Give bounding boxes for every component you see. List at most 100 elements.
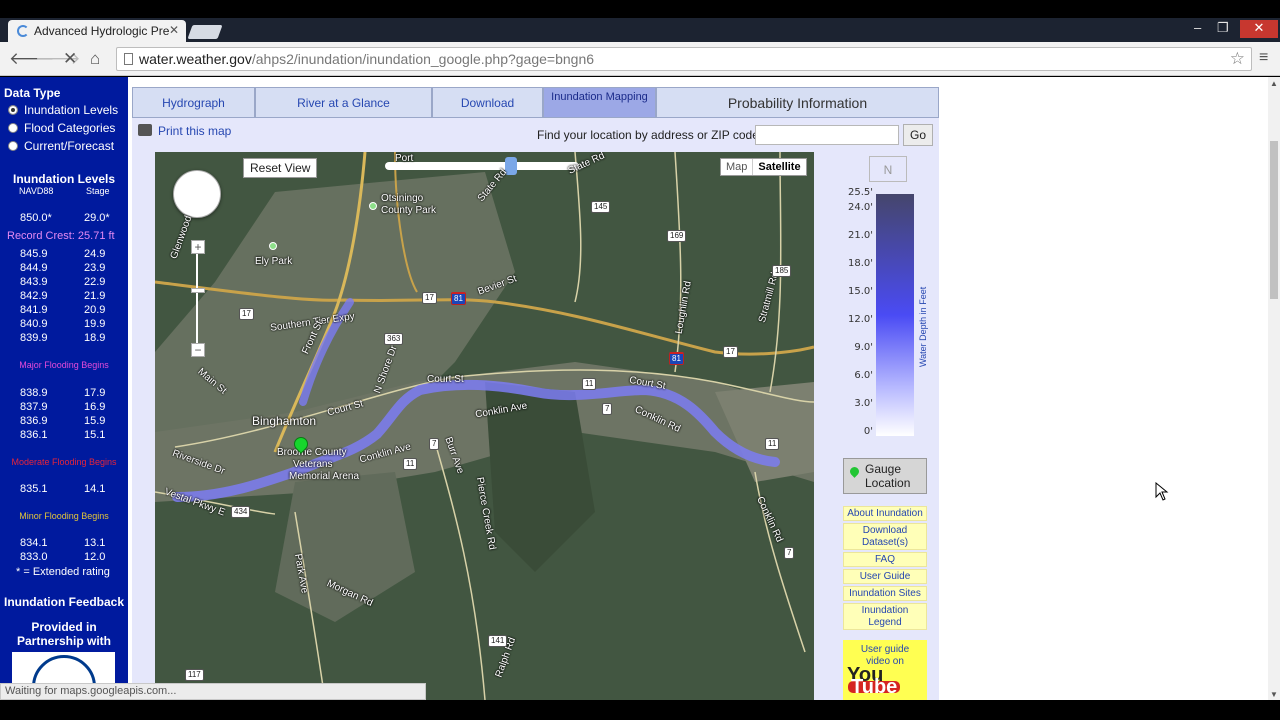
partner-line-1: Provided in (31, 620, 97, 634)
radio-selected-icon[interactable] (8, 105, 18, 115)
page-tabs: Hydrograph River at a Glance Download In… (132, 87, 939, 118)
zoom-in-button[interactable]: + (191, 240, 205, 254)
gauge-label: Gauge (865, 462, 902, 476)
gauge-location-button[interactable]: Gauge Location (843, 458, 927, 494)
radio-label: Current/Forecast (24, 139, 115, 153)
tab-close-icon[interactable]: ✕ (169, 23, 179, 37)
map-label-county-park: County Park (381, 205, 437, 216)
radio-unselected-icon[interactable] (8, 123, 18, 133)
park-marker-icon[interactable] (369, 202, 377, 210)
radio-current-forecast[interactable]: Current/Forecast (8, 139, 114, 153)
tab-probability-information[interactable]: Probability Information (656, 87, 939, 118)
restore-button[interactable]: ❐ (1217, 20, 1229, 36)
tab-inundation-mapping[interactable]: Inundation Mapping (543, 87, 656, 118)
map-label-broome-county: Broome County (277, 447, 347, 458)
radio-label: Inundation Levels (24, 103, 119, 117)
user-guide-link[interactable]: User Guide (843, 569, 927, 584)
home-icon[interactable]: ⌂ (90, 49, 100, 69)
tab-hydrograph[interactable]: Hydrograph (132, 87, 255, 118)
level-stage: 14.1 (84, 483, 106, 495)
level-stage: 24.9 (84, 248, 106, 260)
depth-tick-label: 24.0' (847, 202, 873, 213)
about-inundation-link[interactable]: About Inundation (843, 506, 927, 521)
map-label-memorial-arena: Memorial Arena (289, 471, 360, 482)
print-map-link[interactable]: Print this map (138, 124, 231, 138)
youtube-tube: Tube (848, 677, 901, 697)
gauge-pin-icon (848, 465, 861, 478)
print-label: Print this map (158, 124, 232, 138)
zoom-track[interactable] (196, 248, 198, 352)
radio-flood-categories[interactable]: Flood Categories (8, 121, 115, 135)
radio-inundation-levels[interactable]: Inundation Levels (8, 103, 118, 117)
route-shield: 185 (772, 265, 792, 277)
scroll-down-arrow-icon[interactable]: ▼ (1270, 690, 1278, 699)
page-scrollbar[interactable]: ▲ ▼ (1268, 77, 1280, 700)
level-navd: 837.9 (20, 401, 48, 413)
route-shield: 17 (422, 292, 437, 304)
bookmark-star-icon[interactable]: ☆ (1230, 49, 1245, 69)
level-stage: 21.9 (84, 290, 106, 302)
pan-control[interactable] (173, 170, 221, 218)
map-label-port-dickinson: Port (395, 153, 414, 164)
youtube-video-link[interactable]: User guide video on YouTube (843, 640, 927, 700)
navd88-column-header: NAVD88 (19, 186, 54, 196)
zoom-out-button[interactable]: − (191, 343, 205, 357)
scrollbar-thumb[interactable] (1270, 141, 1278, 299)
go-button[interactable]: Go (903, 124, 933, 146)
partner-line-2: Partnership with (16, 634, 111, 648)
inundation-map[interactable]: Reset View Map Satellite + − Binghamton E… (155, 152, 814, 700)
inundation-feedback-link[interactable]: Inundation Feedback (0, 595, 128, 609)
water-depth-color-scale (876, 194, 914, 436)
route-shield: 145 (591, 201, 611, 213)
address-bar[interactable]: water.weather.gov/ahps2/inundation/inund… (116, 47, 1252, 71)
route-shield: 11 (403, 458, 418, 470)
map-label-binghamton: Binghamton (252, 414, 317, 428)
stop-loading-icon[interactable]: ✕ (63, 49, 77, 69)
location-search-input[interactable] (755, 125, 899, 145)
level-navd: 840.9 (20, 318, 48, 330)
inundation-legend-link[interactable]: Inundation Legend (843, 603, 927, 630)
map-type-map-button[interactable]: Map (721, 159, 752, 175)
map-label-veterans: Veterans (293, 459, 333, 470)
loading-spinner-icon (17, 25, 29, 37)
find-location-label: Find your location by address or ZIP cod… (537, 128, 763, 142)
level-navd: 841.9 (20, 304, 48, 316)
inundation-sites-link[interactable]: Inundation Sites (843, 586, 927, 601)
reset-view-button[interactable]: Reset View (243, 158, 318, 178)
tab-download[interactable]: Download (432, 87, 543, 118)
location-label: Location (865, 476, 911, 490)
map-type-satellite-button[interactable]: Satellite (752, 159, 805, 175)
radio-label: Flood Categories (24, 121, 116, 135)
browser-tab-active[interactable]: Advanced Hydrologic Pre ✕ (8, 20, 186, 42)
minimize-button[interactable]: – (1194, 20, 1201, 35)
route-shield: 17 (239, 308, 254, 320)
level-navd: 844.9 (20, 262, 48, 274)
moderate-flooding-label: Moderate Flooding Begins (11, 457, 117, 467)
route-shield: 141 (488, 635, 508, 647)
scroll-up-arrow-icon[interactable]: ▲ (1270, 79, 1278, 88)
zoom-slider-handle[interactable] (191, 288, 205, 293)
partnership-text: Provided in Partnership with (0, 620, 128, 648)
radio-unselected-icon[interactable] (8, 141, 18, 151)
new-tab-button[interactable] (187, 25, 223, 39)
level-stage: 18.9 (84, 332, 106, 344)
browser-menu-icon[interactable]: ≡ (1259, 49, 1268, 67)
depth-tick-label: 18.0' (847, 258, 873, 269)
printer-icon (138, 124, 152, 136)
zoom-control: + − (191, 240, 205, 358)
faq-link[interactable]: FAQ (843, 552, 927, 567)
level-navd: 850.0* (20, 212, 52, 224)
level-navd: 833.0 (20, 551, 48, 563)
level-stage: 29.0* (84, 212, 110, 224)
url-host: water.weather.gov (139, 51, 252, 67)
park-marker-icon[interactable] (269, 242, 277, 250)
tab-river-at-a-glance[interactable]: River at a Glance (255, 87, 432, 118)
opacity-slider[interactable] (385, 157, 579, 175)
video-line-1: User guide (860, 644, 910, 655)
window-close-button[interactable]: ✕ (1240, 20, 1278, 38)
download-datasets-link[interactable]: Download Dataset(s) (843, 523, 927, 550)
depth-tick-label: 15.0' (847, 286, 873, 297)
stage-column-header: Stage (86, 186, 110, 196)
major-flooding-label: Major Flooding Begins (19, 360, 109, 370)
map-label-court-st-2: Court St (427, 374, 464, 385)
